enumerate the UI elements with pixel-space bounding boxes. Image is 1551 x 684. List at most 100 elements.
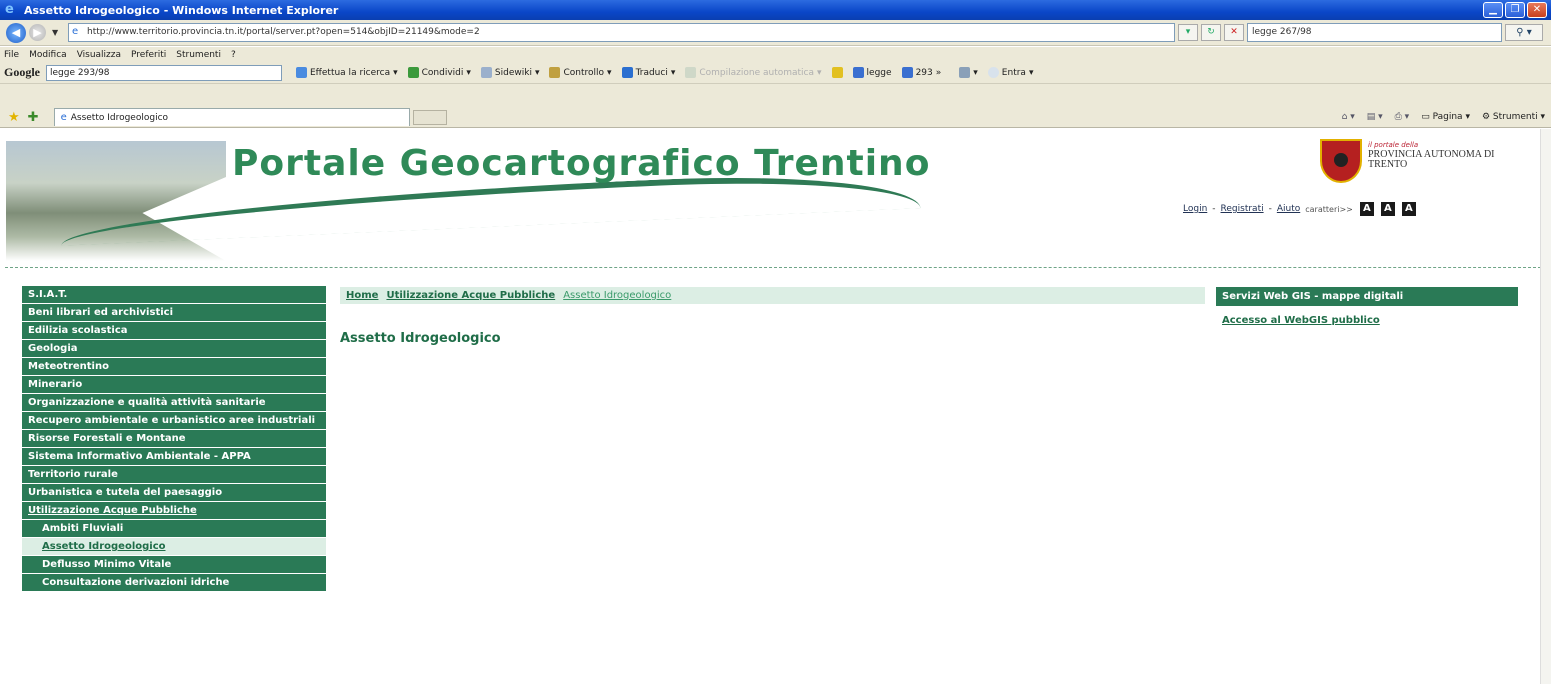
google-logo: Google [4, 65, 40, 79]
address-tools: ▾ ↻ ✕ [1178, 24, 1244, 41]
favorites-star-icon[interactable]: ★ [8, 110, 20, 125]
compat-view-button[interactable]: ▾ [1178, 24, 1198, 41]
forward-button[interactable]: ▶ [29, 24, 46, 41]
page-icon-cmd: ▭ [1421, 112, 1430, 122]
breadcrumb-home[interactable]: Home [346, 290, 378, 301]
close-button[interactable]: ✕ [1527, 2, 1547, 18]
share-label: Condividi [421, 67, 464, 78]
page-title: Assetto Idrogeologico [340, 331, 501, 346]
page-icon: e [72, 26, 79, 37]
menu-preferiti[interactable]: Preferiti [131, 50, 166, 60]
maximize-button[interactable]: ❐ [1505, 2, 1525, 18]
menu-visualizza[interactable]: Visualizza [77, 50, 121, 60]
webgis-public-link[interactable]: Accesso al WebGIS pubblico [1222, 315, 1380, 326]
search-button[interactable]: ⚲ ▾ [1505, 24, 1543, 41]
breadcrumb-section[interactable]: Utilizzazione Acque Pubbliche [386, 290, 555, 301]
autofill-label: Compilazione automatica [699, 67, 815, 78]
google-search-icon [296, 67, 307, 78]
register-link[interactable]: Registrati [1221, 204, 1264, 214]
translate-button[interactable]: Traduci ▾ [621, 67, 675, 78]
new-tab-button[interactable] [412, 109, 447, 125]
nav-subitem[interactable]: Deflusso Minimo Vitale [22, 556, 326, 574]
share-icon [407, 67, 419, 78]
google-search-input[interactable]: legge 293/98 [46, 64, 282, 81]
check-icon [549, 67, 561, 78]
vertical-scrollbar[interactable] [1540, 129, 1551, 684]
refresh-button[interactable]: ↻ [1201, 24, 1221, 41]
nav-item[interactable]: Geologia [22, 340, 326, 358]
highlighter-icon [831, 67, 843, 78]
divider [5, 267, 1546, 268]
signin-button[interactable]: Entra ▾ [987, 67, 1033, 78]
help-link[interactable]: Aiuto [1277, 204, 1300, 214]
nav-item[interactable]: Minerario [22, 376, 326, 394]
check-button[interactable]: Controllo ▾ [549, 67, 612, 78]
portal-title: Portale Geocartografico Trentino [232, 143, 931, 184]
font-large-button[interactable]: A [1401, 202, 1416, 216]
history-dropdown-icon[interactable]: ▼ [52, 28, 58, 37]
gear-icon: ⚙ [1481, 112, 1491, 122]
page-menu[interactable]: ▭ Pagina ▾ [1421, 112, 1470, 122]
nav-item[interactable]: S.I.A.T. [22, 286, 326, 304]
url-text: http://www.territorio.provincia.tn.it/po… [87, 27, 480, 37]
font-size-label: caratteri>> [1305, 204, 1353, 214]
nav-item-active[interactable]: Utilizzazione Acque Pubbliche [22, 502, 326, 520]
menu-modifica[interactable]: Modifica [29, 50, 67, 60]
share-button[interactable]: Condividi ▾ [407, 67, 471, 78]
menu-strumenti[interactable]: Strumenti [176, 50, 221, 60]
site-banner: Portale Geocartografico Trentino il port… [0, 129, 1551, 264]
wrench-icon [959, 67, 971, 78]
back-button[interactable]: ◀ [6, 22, 26, 43]
stop-button[interactable]: ✕ [1224, 24, 1244, 41]
nav-item[interactable]: Organizzazione e qualità attività sanita… [22, 394, 326, 412]
font-small-button[interactable]: A [1359, 202, 1374, 216]
toolbar-spacer [0, 84, 1551, 107]
font-medium-button[interactable]: A [1380, 202, 1395, 216]
wrench-button[interactable]: ▾ [959, 67, 978, 78]
home-icon[interactable]: ⌂ ▾ [1342, 112, 1355, 122]
top-links: Login - Registrati - Aiuto caratteri>> A… [1183, 202, 1416, 216]
autofill-icon [685, 67, 697, 78]
left-navigation: S.I.A.T. Beni librari ed archivistici Ed… [22, 286, 326, 592]
nav-item[interactable]: Territorio rurale [22, 466, 326, 484]
term-legge-button[interactable]: legge [852, 67, 892, 78]
login-link[interactable]: Login [1183, 204, 1207, 214]
nav-item[interactable]: Sistema Informativo Ambientale - APPA [22, 448, 326, 466]
menu-help[interactable]: ? [231, 50, 236, 60]
url-field[interactable]: e http://www.territorio.provincia.tn.it/… [68, 23, 1175, 42]
window-controls: ▁ ❐ ✕ [1483, 2, 1547, 18]
sidewiki-button[interactable]: Sidewiki ▾ [480, 67, 539, 78]
provincia-name: PROVINCIA AUTONOMA DI TRENTO [1368, 149, 1495, 170]
nav-subitem-current[interactable]: Assetto Idrogeologico [22, 538, 326, 556]
add-favorites-icon[interactable]: ✚ [28, 110, 39, 125]
nav-item[interactable]: Recupero ambientale e urbanistico aree i… [22, 412, 326, 430]
check-label: Controllo [563, 67, 605, 78]
nav-item[interactable]: Meteotrentino [22, 358, 326, 376]
google-search-button[interactable]: Effettua la ricerca ▾ [296, 67, 398, 78]
separator: - [1212, 204, 1216, 214]
print-icon[interactable]: ⎙ ▾ [1395, 112, 1410, 122]
command-bar: ⌂ ▾ ▤ ▾ ⎙ ▾ ▭ Pagina ▾ ⚙ Strumenti ▾ [1342, 112, 1545, 122]
minimize-button[interactable]: ▁ [1483, 2, 1503, 18]
find-icon [852, 67, 864, 78]
tab-assetto-idrogeologico[interactable]: e Assetto Idrogeologico [53, 108, 410, 126]
breadcrumb-current[interactable]: Assetto Idrogeologico [563, 290, 671, 301]
menu-bar: File Modifica Visualizza Preferiti Strum… [0, 47, 1551, 62]
nav-item[interactable]: Urbanistica e tutela del paesaggio [22, 484, 326, 502]
user-icon [987, 67, 999, 78]
nav-item[interactable]: Edilizia scolastica [22, 322, 326, 340]
highlight-button[interactable] [831, 67, 843, 78]
nav-item[interactable]: Risorse Forestali e Montane [22, 430, 326, 448]
search-input[interactable]: legge 267/98 [1247, 23, 1502, 42]
tools-menu[interactable]: ⚙ Strumenti ▾ [1482, 112, 1545, 122]
feeds-icon[interactable]: ▤ ▾ [1367, 112, 1383, 122]
nav-subitem[interactable]: Consultazione derivazioni idriche [22, 574, 326, 592]
menu-file[interactable]: File [4, 50, 19, 60]
term-293-button[interactable]: 293 » [901, 67, 941, 78]
autofill-button[interactable]: Compilazione automatica ▾ [685, 67, 822, 78]
nav-item[interactable]: Beni librari ed archivistici [22, 304, 326, 322]
nav-subitem[interactable]: Ambiti Fluviali [22, 520, 326, 538]
term-legge: legge [866, 67, 892, 78]
breadcrumb: Home Utilizzazione Acque Pubbliche Asset… [340, 287, 1205, 304]
signin-label: Entra [1001, 67, 1026, 78]
